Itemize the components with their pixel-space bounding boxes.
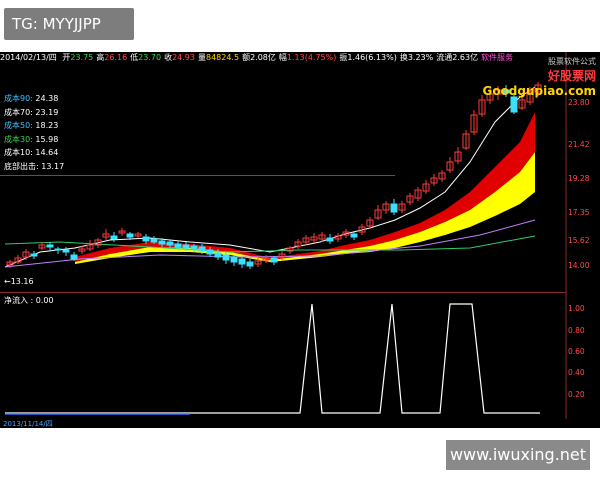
indicator-tick: 0.60 [568,347,585,356]
quote-header: 2014/02/13/四 开23.75 高26.16 低23.70 收24.93 量84… [0,52,540,64]
legend-row: 底部出击: 13.17 [4,161,65,171]
quote-field: 收24.93 [164,53,195,62]
candle-body [70,254,78,260]
candle-body [142,236,150,242]
legend-row: 成本10: 14.64 [4,148,59,157]
price-tick: 15.62 [568,236,590,245]
legend-row: 成本30: 15.98 [4,134,59,144]
candle-body [350,233,358,238]
quote-date: 2014/02/13/四 [0,53,57,62]
legend-row: 成本90: 24.38 [4,94,59,103]
price-tick: 17.35 [568,208,590,217]
date-axis: 2013/11/14/四 [3,420,53,428]
low-price-marker: ←13.16 [4,277,34,286]
price-tick: 23.80 [568,98,590,107]
candle-body [190,245,198,250]
quote-field: 幅1.13(4.75%) [278,53,337,62]
candle-body [182,244,190,249]
main-price-axis: 23.80 21.42 19.28 17.35 15.62 14.00 [566,52,600,292]
candle-body [110,235,118,240]
quote-field: 低23.70 [130,53,162,62]
indicator-tick: 0.20 [568,390,585,399]
indicator-tick: 0.40 [568,368,585,377]
candle-body [326,237,334,242]
candle-body [126,233,134,238]
candle-body [214,252,222,258]
quote-field: 开23.75 [62,53,94,62]
stock-chart-window: ←13.16 2014/02/13/四 开23.75 高26.16 低23.70 收2… [0,52,600,428]
candle-body [174,243,182,248]
candle-body [206,249,214,255]
price-tick: 19.28 [568,174,590,183]
price-tick: 21.42 [568,140,590,149]
quote-field: 额2.08亿 [242,53,276,62]
candle-body [230,256,238,263]
candle-body [246,261,254,267]
net-inflow-label: 净流入 : 0.00 [4,296,54,305]
legend-row: 成本50: 18.23 [4,121,59,130]
price-tick: 14.00 [568,261,590,270]
quote-field: 振1.46(6.13%) [339,53,397,62]
ma-line-white [4,86,536,268]
candle-body [158,240,166,245]
quote-field: 换3.23% [399,53,434,62]
candle-body [238,258,246,265]
overlay-tag: TG: MYYJJPP [4,8,134,40]
candle-body [62,249,70,253]
legend-row: 成本70: 23.19 [4,107,59,117]
site-watermark: www.iwuxing.net [446,440,590,470]
candle-body [54,248,62,251]
quote-field: 流通2.63亿 [436,53,479,62]
candle-body [30,253,38,257]
quote-field: 量84824.5 [197,53,240,62]
candle-body [222,254,230,261]
indicator-tick: 0.80 [568,326,585,335]
bottom-signal-line [0,175,395,176]
candle-body [198,246,206,252]
quote-field: 高26.16 [96,53,128,62]
candle-body [270,257,278,263]
chart-canvas[interactable]: ←13.16 [0,52,600,428]
net-inflow-line [5,303,540,414]
candle-body [150,238,158,243]
panel-divider [0,292,566,293]
lower-indicator-axis: 1.00 0.80 0.60 0.40 0.20 [566,292,600,419]
candle-body [166,241,174,246]
candle-body [46,244,54,248]
cost-legend: 成本90: 24.38 成本70: 23.19 成本50: 18.23 成本30: 1… [4,92,64,173]
candle-body [390,203,398,213]
candle-body [510,96,518,113]
indicator-tick: 1.00 [568,304,585,313]
